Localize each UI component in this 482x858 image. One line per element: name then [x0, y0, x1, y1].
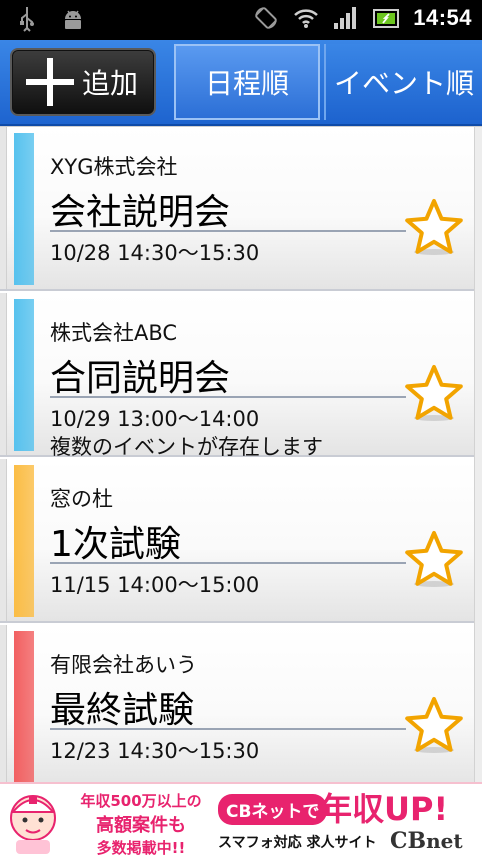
event-company: XYG株式会社: [50, 155, 178, 179]
ad-line3: 多数掲載中!!: [96, 839, 186, 857]
event-color-bar: [14, 465, 34, 617]
tab-sort-by-date-label: 日程順: [204, 67, 289, 100]
event-company: 窓の杜: [50, 487, 113, 511]
ad-banner[interactable]: 年収500万以上の 高額案件も 多数掲載中!! CBネットで 年収UP! スマフ…: [0, 782, 482, 858]
favorite-star-icon[interactable]: [404, 529, 464, 589]
status-bar: 14:54: [0, 0, 482, 40]
ad-brand-net: net: [426, 829, 463, 853]
list-item[interactable]: XYG株式会社 会社説明会 10/28 14:30～15:30: [0, 127, 474, 291]
item-divider: [50, 396, 406, 398]
list-item[interactable]: 窓の杜 1次試験 11/15 14:00～15:00: [0, 459, 474, 623]
toolbar: 追加 日程順 イベント順: [0, 40, 482, 126]
item-divider: [50, 728, 406, 730]
event-time: 12/23 14:30～15:30: [50, 739, 260, 763]
event-list[interactable]: XYG株式会社 会社説明会 10/28 14:30～15:30 株式会社ABC …: [0, 126, 482, 789]
list-item[interactable]: 株式会社ABC 合同説明会 10/29 13:00～14:00 複数のイベントが…: [0, 293, 474, 459]
plus-icon: [22, 54, 78, 110]
item-edge: [0, 459, 7, 621]
ad-line1: 年収500万以上の: [80, 792, 202, 810]
event-title: 1次試験: [50, 524, 181, 565]
event-title: 最終試験: [50, 690, 195, 731]
usb-icon: [14, 6, 40, 32]
ad-line2: 高額案件も: [96, 815, 186, 836]
nurse-mascot-icon: [4, 788, 62, 854]
ad-subline: スマフォ対応 求人サイト: [218, 835, 377, 851]
tab-sort-by-date[interactable]: 日程順: [174, 44, 320, 120]
item-edge: [0, 625, 7, 787]
favorite-star-icon[interactable]: [404, 197, 464, 257]
event-note: 複数のイベントが存在します: [50, 435, 323, 459]
list-item[interactable]: 有限会社あいう 最終試験 12/23 14:30～15:30: [0, 625, 474, 789]
event-title: 会社説明会: [50, 192, 231, 233]
item-divider: [50, 562, 406, 564]
tab-sort-by-event-label: イベント順: [333, 67, 474, 100]
ad-brand-cb: CB: [390, 828, 427, 854]
event-company: 株式会社ABC: [50, 321, 178, 345]
ad-badge: CBネットで: [218, 794, 328, 825]
favorite-star-icon[interactable]: [404, 363, 464, 423]
event-time: 11/15 14:00～15:00: [50, 573, 260, 597]
ad-brand-logo: CBnet: [390, 828, 463, 854]
add-event-button[interactable]: 追加: [10, 48, 156, 116]
add-button-label: 追加: [82, 67, 139, 100]
item-edge: [0, 127, 7, 289]
event-color-bar: [14, 133, 34, 285]
event-company: 有限会社あいう: [50, 653, 197, 677]
item-edge: [0, 293, 7, 455]
favorite-star-icon[interactable]: [404, 695, 464, 755]
event-color-bar: [14, 299, 34, 451]
item-divider: [50, 230, 406, 232]
event-time: 10/29 13:00～14:00: [50, 407, 260, 431]
battery-icon: [373, 5, 400, 31]
ad-headline: 年収UP!: [320, 790, 449, 828]
event-title: 合同説明会: [50, 358, 231, 399]
signal-icon: [333, 5, 359, 31]
rotate-icon: [253, 5, 279, 31]
list-scroll-track: [474, 127, 482, 783]
android-icon: [60, 6, 86, 32]
wifi-icon: [293, 5, 319, 31]
status-clock: 14:54: [413, 5, 472, 30]
event-time: 10/28 14:30～15:30: [50, 241, 260, 265]
event-color-bar: [14, 631, 34, 783]
ad-copy: 年収500万以上の 高額案件も 多数掲載中!!: [66, 790, 216, 858]
tab-sort-by-event[interactable]: イベント順: [324, 44, 482, 120]
